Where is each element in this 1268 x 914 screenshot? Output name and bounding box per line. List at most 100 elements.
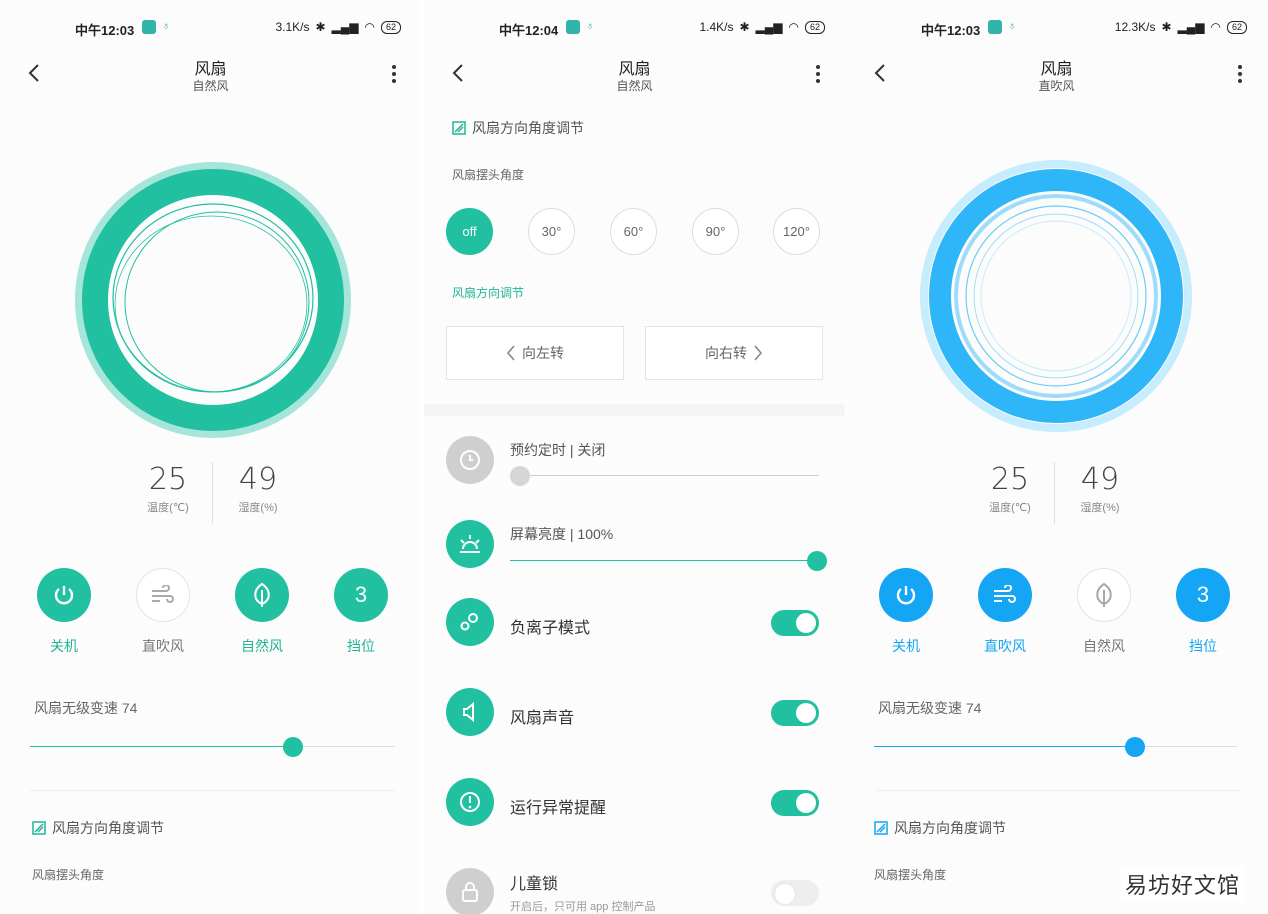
speed-slider[interactable]	[874, 736, 1237, 758]
fan-settings-screen: 中午12:04 ♁ 1.4K/s ✱ ▂▄▆ ◠ 62 风扇 自然风 风扇方向角…	[424, 0, 845, 914]
turn-right-label: 向右转	[705, 345, 747, 361]
signal-icon: ▂▄▆	[331, 20, 359, 34]
humidity-value: 49	[238, 462, 278, 497]
battery-icon: 62	[380, 20, 401, 34]
more-icon[interactable]	[815, 64, 821, 84]
slider-fill	[874, 746, 1136, 747]
temperature-label: 温度(℃)	[989, 502, 1031, 514]
fan-sound-label: 风扇声音	[510, 710, 575, 727]
temperature-label: 温度(℃)	[147, 502, 189, 514]
direct-wind-label: 直吹风	[142, 638, 184, 654]
angle-90-button[interactable]: 90°	[692, 208, 739, 255]
angle-off-button[interactable]: off	[446, 208, 493, 255]
angle-60-button[interactable]: 60°	[610, 208, 657, 255]
ion-mode-label: 负离子模式	[510, 620, 591, 637]
humidity-label: 湿度(%)	[1080, 502, 1120, 514]
fan-sound-row: 风扇声音	[446, 688, 819, 740]
direction-header: 风扇方向角度调节	[874, 818, 1006, 838]
readings: 25 温度(℃) 49 湿度(%)	[0, 462, 421, 524]
leaf-icon	[235, 568, 289, 622]
alert-toggle[interactable]	[771, 790, 819, 816]
battery-icon: 62	[1226, 20, 1247, 34]
ion-mode-row: 负离子模式	[446, 598, 819, 650]
bluetooth-icon: ✱	[739, 20, 750, 34]
more-icon[interactable]	[391, 64, 397, 84]
child-lock-label: 儿童锁	[510, 876, 559, 893]
direction-header: 风扇方向角度调节	[452, 118, 584, 138]
angle-30-button[interactable]: 30°	[528, 208, 575, 255]
power-button[interactable]: 关机	[866, 568, 946, 656]
child-lock-toggle[interactable]	[771, 880, 819, 906]
edit-square-icon	[32, 821, 46, 835]
direct-wind-button[interactable]: 直吹风	[123, 568, 203, 656]
slider-thumb[interactable]	[510, 466, 530, 486]
brightness-row: 屏幕亮度 | 100%	[446, 520, 827, 572]
power-label: 关机	[50, 638, 78, 654]
readings: 25 温度(℃) 49 湿度(%)	[846, 462, 1267, 524]
nav-bar: 风扇 直吹风	[846, 52, 1267, 96]
battery-icon: 62	[804, 20, 825, 34]
edit-square-icon	[874, 821, 888, 835]
page-title: 风扇	[618, 61, 651, 78]
child-lock-desc: 开启后，只可用 app 控制产品	[510, 901, 656, 913]
nav-bar: 风扇 自然风	[424, 52, 845, 96]
lock-icon	[446, 868, 494, 914]
swing-label: 风扇摆头角度	[874, 868, 947, 882]
timer-label: 预约定时 | 关闭	[510, 442, 606, 458]
power-button[interactable]: 关机	[24, 568, 104, 656]
gear-button[interactable]: 3 挡位	[1163, 568, 1243, 656]
mode-row: 关机 直吹风 自然风 3 挡位	[846, 568, 1267, 658]
power-icon	[37, 568, 91, 622]
direct-wind-label: 直吹风	[984, 638, 1026, 654]
speaker-icon	[446, 688, 494, 736]
gear-label: 挡位	[347, 638, 375, 654]
speed-label: 风扇无级变速 74	[34, 700, 138, 716]
turn-left-button[interactable]: 向左转	[446, 326, 624, 380]
alert-icon	[446, 778, 494, 826]
mode-row: 关机 直吹风 自然风 3 挡位	[0, 568, 421, 658]
ion-mode-toggle[interactable]	[771, 610, 819, 636]
direct-wind-button[interactable]: 直吹风	[965, 568, 1045, 656]
slider-thumb[interactable]	[807, 551, 827, 571]
temperature-value: 25	[990, 462, 1030, 497]
slider-thumb[interactable]	[282, 737, 303, 757]
brightness-slider[interactable]	[510, 550, 827, 572]
humidity-value: 49	[1080, 462, 1120, 497]
alert-row: 运行异常提醒	[446, 778, 819, 830]
gear-label: 挡位	[1189, 638, 1217, 654]
chevron-left-icon	[506, 345, 515, 361]
power-label: 关机	[892, 638, 920, 654]
natural-wind-button[interactable]: 自然风	[1064, 568, 1144, 656]
speed-slider[interactable]	[30, 736, 395, 758]
natural-wind-label: 自然风	[241, 638, 283, 654]
slider-track	[510, 475, 819, 476]
more-icon[interactable]	[1237, 64, 1243, 84]
app-indicator-icon	[142, 20, 156, 34]
timer-slider[interactable]	[510, 465, 819, 487]
status-time: 中午12:03	[75, 23, 135, 38]
app-indicator-icon	[988, 20, 1002, 34]
net-speed: 3.1K/s	[275, 20, 310, 34]
gear-button[interactable]: 3 挡位	[321, 568, 401, 656]
wifi-icon: ◠	[364, 20, 375, 34]
status-time: 中午12:03	[921, 23, 981, 38]
signal-icon: ▂▄▆	[755, 20, 783, 34]
fan-sound-toggle[interactable]	[771, 700, 819, 726]
clock-icon	[446, 436, 494, 484]
speed-label: 风扇无级变速 74	[878, 700, 982, 716]
gear-number: 3	[1176, 568, 1230, 622]
temperature-reading: 25 温度(℃)	[128, 462, 208, 515]
turn-right-button[interactable]: 向右转	[645, 326, 823, 380]
page-subtitle: 直吹风	[1038, 79, 1075, 93]
slider-thumb[interactable]	[1125, 737, 1146, 757]
natural-wind-button[interactable]: 自然风	[222, 568, 302, 656]
angle-120-button[interactable]: 120°	[773, 208, 820, 255]
status-bar: 中午12:03 ♁ 3.1K/s ✱ ▂▄▆ ◠ 62	[0, 16, 421, 40]
notify-icon: ♁	[1008, 20, 1017, 32]
wifi-icon: ◠	[1210, 20, 1221, 34]
child-lock-row: 儿童锁 开启后，只可用 app 控制产品	[446, 868, 819, 914]
page-title: 风扇	[1040, 61, 1073, 78]
page-title: 风扇	[194, 61, 227, 78]
fan-ring-graphic	[920, 160, 1192, 432]
app-indicator-icon	[566, 20, 580, 34]
